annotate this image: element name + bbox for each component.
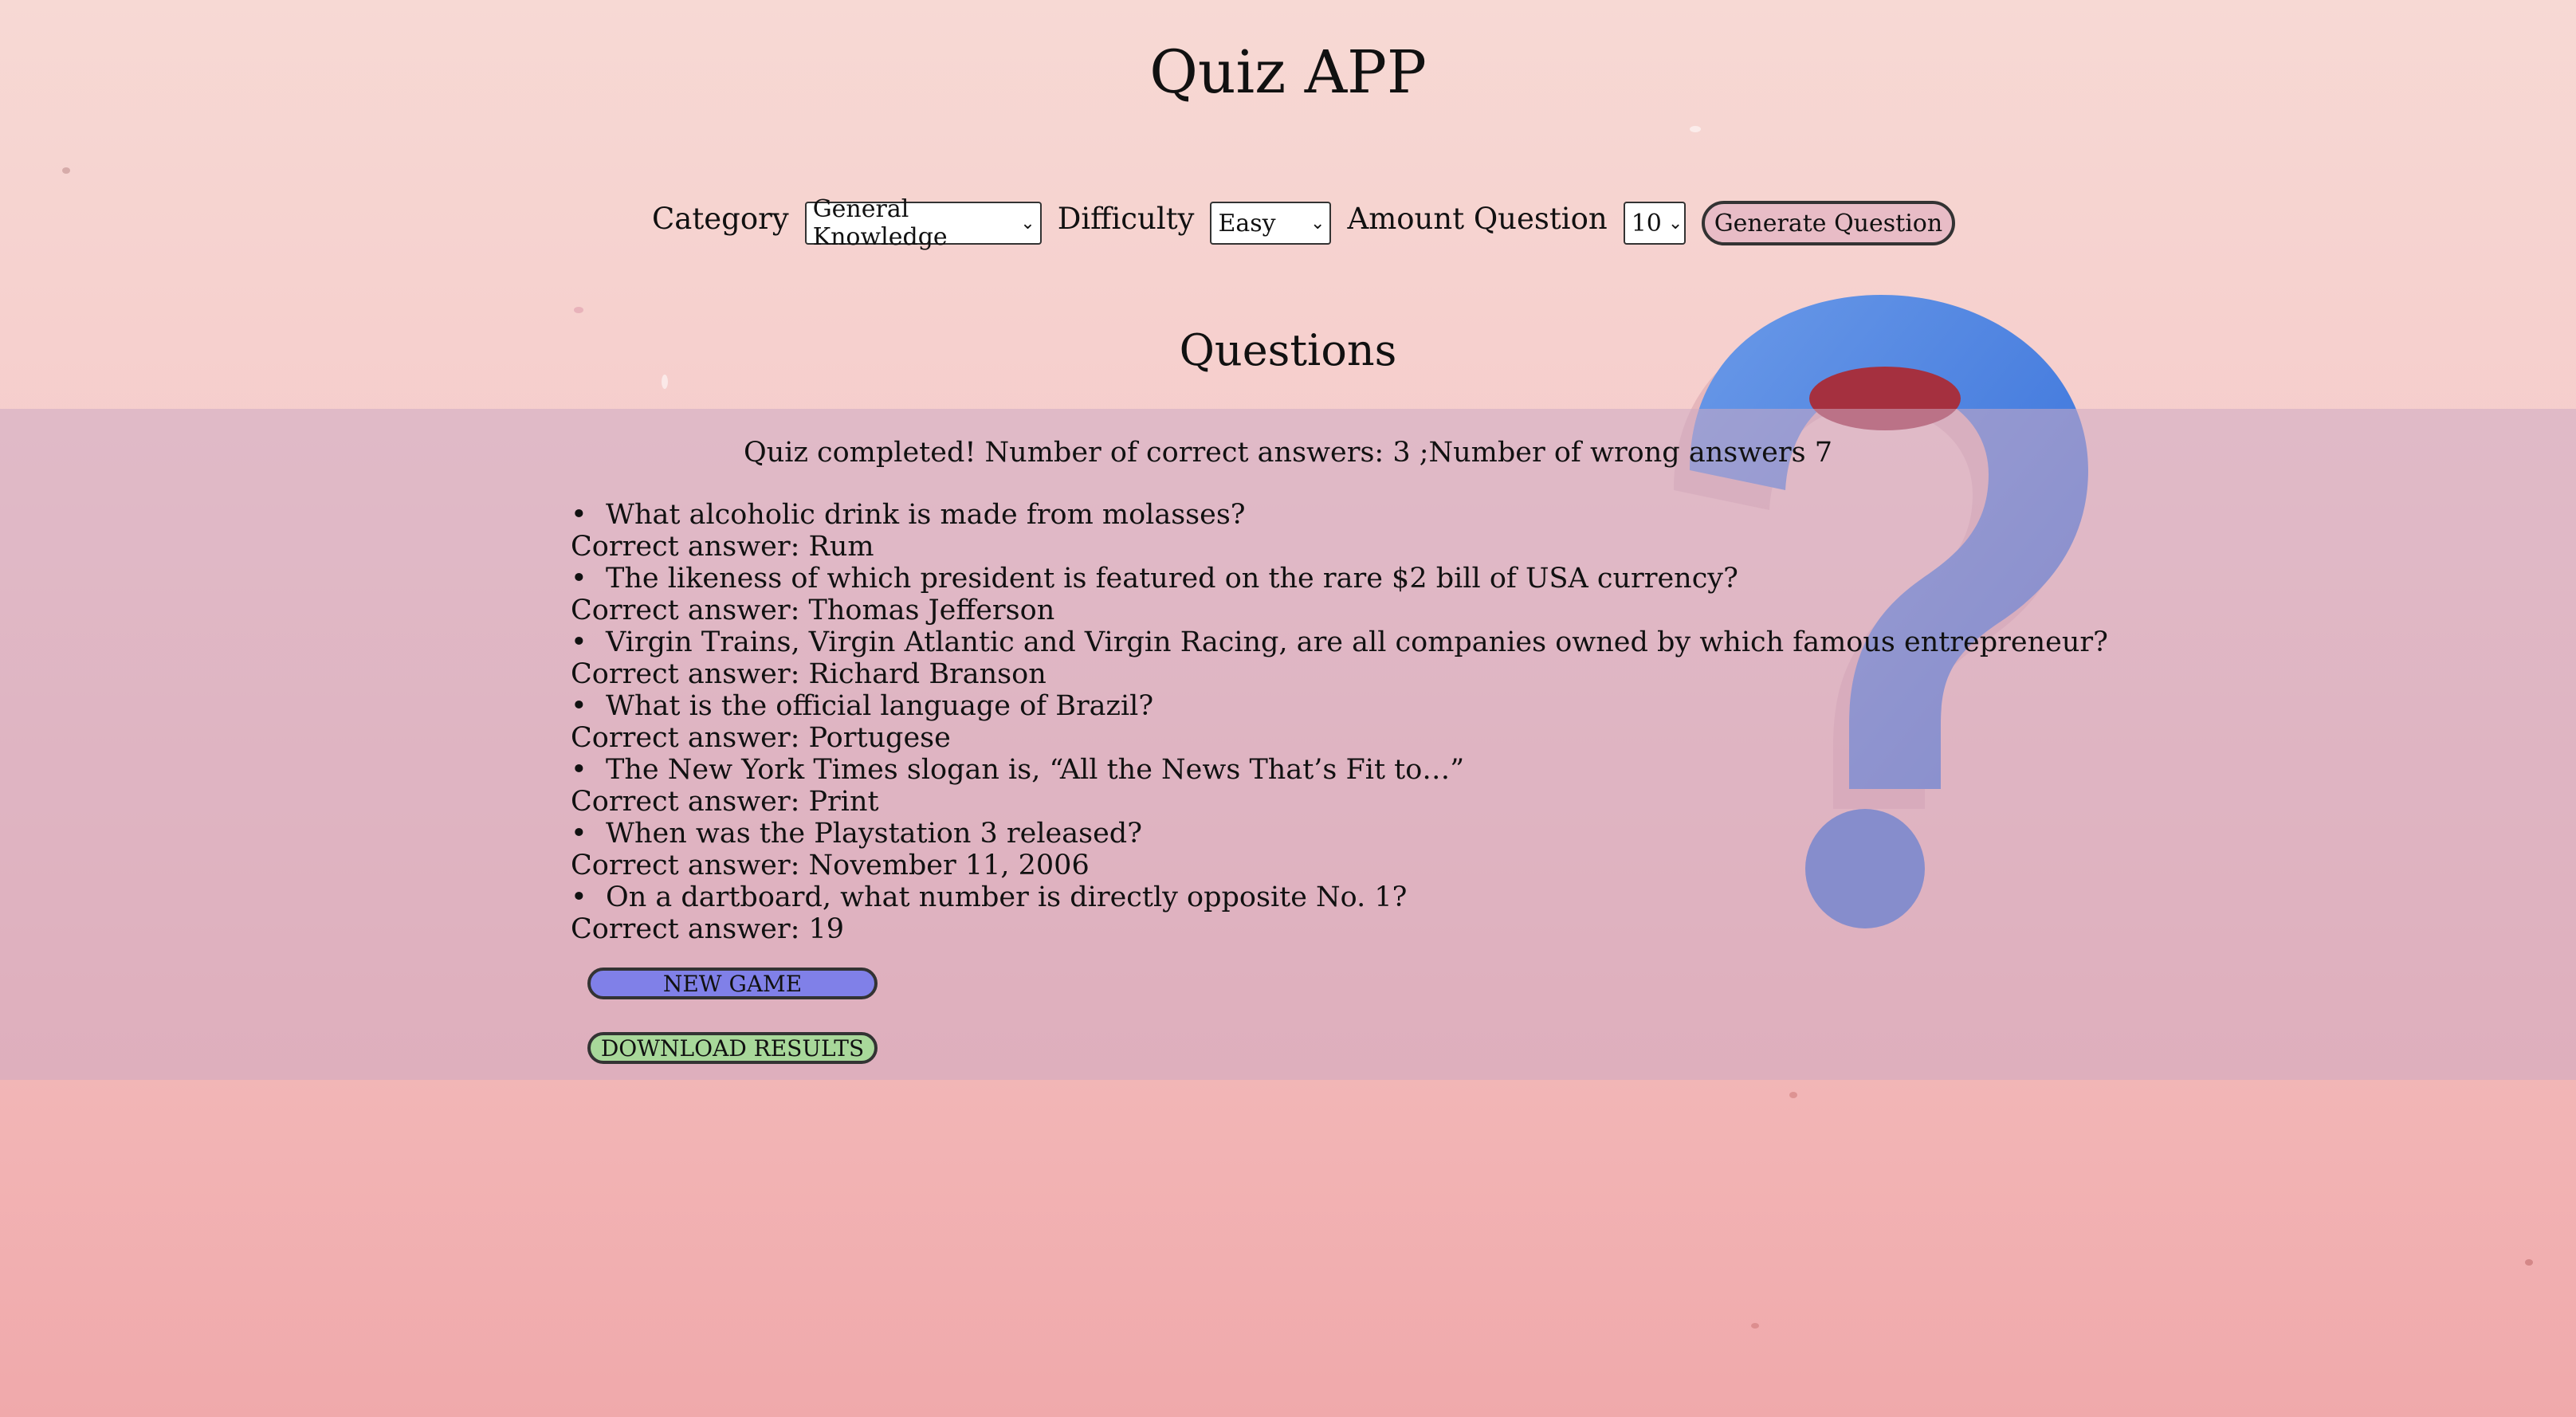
bullet-icon: • bbox=[571, 818, 587, 850]
list-item: • The likeness of which president is feat… bbox=[571, 563, 2108, 626]
category-select[interactable]: General Knowledge ⌄ bbox=[804, 195, 1042, 251]
question-text: The likeness of which president is featu… bbox=[606, 563, 1738, 595]
question-text: What alcoholic drink is made from molass… bbox=[606, 499, 1246, 531]
quiz-summary: Quiz completed! Number of correct answer… bbox=[0, 437, 2576, 469]
list-item: • When was the Playstation 3 released? Co… bbox=[571, 818, 2108, 881]
question-text: Virgin Trains, Virgin Atlantic and Virgi… bbox=[606, 626, 2108, 658]
generate-question-button[interactable]: Generate Question bbox=[1701, 201, 1956, 245]
background-speck bbox=[62, 167, 70, 174]
questions-heading: Questions bbox=[1179, 325, 1397, 375]
correct-answer: Correct answer: Portugese bbox=[571, 722, 951, 754]
category-value: General Knowledge bbox=[812, 195, 948, 251]
download-results-button[interactable]: DOWNLOAD RESULTS bbox=[587, 1032, 878, 1064]
question-text: What is the official language of Brazil? bbox=[606, 690, 1154, 722]
amount-select[interactable]: 10 ⌄ bbox=[1623, 202, 1686, 245]
question-text: When was the Playstation 3 released? bbox=[606, 818, 1142, 850]
difficulty-select[interactable]: Easy ⌄ bbox=[1210, 202, 1332, 245]
list-item: • On a dartboard, what number is directly… bbox=[571, 881, 2108, 945]
chevron-down-icon: ⌄ bbox=[1020, 213, 1035, 234]
correct-answer: Correct answer: Thomas Jefferson bbox=[571, 595, 1055, 626]
bullet-icon: • bbox=[571, 754, 587, 786]
list-item: • What is the official language of Brazil… bbox=[571, 690, 2108, 754]
results-list: • What alcoholic drink is made from molas… bbox=[571, 499, 2108, 945]
new-game-button[interactable]: NEW GAME bbox=[587, 968, 878, 999]
background-speck bbox=[1690, 126, 1701, 132]
app-title: Quiz APP bbox=[1149, 38, 1427, 107]
amount-label: Amount Question bbox=[1347, 201, 1608, 236]
category-label: Category bbox=[652, 201, 789, 236]
list-item: • What alcoholic drink is made from molas… bbox=[571, 499, 2108, 563]
bullet-icon: • bbox=[571, 499, 587, 531]
summary-text: Quiz completed! Number of correct answer… bbox=[744, 437, 1832, 469]
amount-value: 10 bbox=[1631, 209, 1662, 237]
background-speck bbox=[662, 375, 668, 389]
question-text: On a dartboard, what number is directly … bbox=[606, 881, 1408, 913]
question-text: The New York Times slogan is, “All the N… bbox=[606, 754, 1465, 786]
difficulty-label: Difficulty bbox=[1057, 201, 1195, 236]
background-speck bbox=[1789, 1092, 1797, 1098]
difficulty-value: Easy bbox=[1218, 209, 1276, 237]
bullet-icon: • bbox=[571, 626, 587, 658]
correct-answer: Correct answer: Print bbox=[571, 786, 879, 818]
correct-answer: Correct answer: 19 bbox=[571, 913, 845, 945]
correct-answer: Correct answer: Richard Branson bbox=[571, 658, 1046, 690]
correct-answer: Correct answer: November 11, 2006 bbox=[571, 850, 1090, 881]
bullet-icon: • bbox=[571, 563, 587, 595]
bullet-icon: • bbox=[571, 881, 587, 913]
bullet-icon: • bbox=[571, 690, 587, 722]
background-speck bbox=[2525, 1259, 2533, 1266]
quiz-settings-bar: Category General Knowledge ⌄ Difficulty … bbox=[652, 195, 1956, 251]
chevron-down-icon: ⌄ bbox=[1667, 213, 1683, 234]
chevron-down-icon: ⌄ bbox=[1310, 213, 1325, 234]
background-speck bbox=[574, 307, 583, 313]
list-item: • The New York Times slogan is, “All the … bbox=[571, 754, 2108, 818]
list-item: • Virgin Trains, Virgin Atlantic and Virg… bbox=[571, 626, 2108, 690]
background-speck bbox=[1751, 1323, 1759, 1329]
correct-answer: Correct answer: Rum bbox=[571, 531, 874, 563]
